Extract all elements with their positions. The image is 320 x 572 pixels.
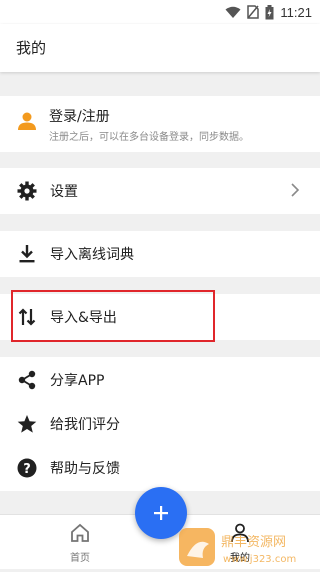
more-options-card: 分享APP 给我们评分 ? 帮助与反馈 [0,357,320,491]
chevron-right-icon [291,183,300,197]
help-row[interactable]: ? 帮助与反馈 [0,445,320,491]
help-icon: ? [16,457,38,479]
share-label: 分享APP [50,373,105,389]
login-subtitle: 注册之后，可以在多台设备登录，同步数据。 [49,132,249,143]
battery-charging-icon [265,4,274,19]
tab-home[interactable]: 首页 [45,515,115,569]
status-time: 11:21 [280,4,312,20]
share-row[interactable]: 分享APP [0,357,320,403]
watermark-logo: 鼎丰资源网 www.j323.com [179,528,296,566]
star-icon [16,413,38,435]
share-icon [16,369,38,391]
home-icon [71,523,89,542]
import-dictionary-row[interactable]: 导入离线词典 [0,231,320,277]
settings-label: 设置 [50,184,78,200]
tab-home-label: 首页 [70,553,90,564]
login-title: 登录/注册 [49,109,110,125]
page-title: 我的 [16,39,47,57]
wifi-icon [225,6,241,18]
settings-row[interactable]: 设置 [0,168,320,214]
svg-text:www.j323.com: www.j323.com [223,554,296,565]
gear-icon [16,180,38,202]
watermark: 鼎丰资源网 www.j323.com [177,526,320,568]
svg-text:?: ? [23,462,31,477]
login-card[interactable]: 登录/注册 注册之后，可以在多台设备登录，同步数据。 [0,96,320,152]
app-bar: 我的 [0,24,320,72]
status-bar: 11:21 [0,0,320,24]
plus-icon [154,506,168,520]
highlight-frame [11,290,215,342]
rate-row[interactable]: 给我们评分 [0,401,320,447]
no-sim-icon [247,5,260,19]
help-label: 帮助与反馈 [50,461,120,477]
person-icon [16,110,38,132]
download-icon [16,243,38,265]
rate-label: 给我们评分 [50,417,120,433]
status-icons: 11:21 [225,4,312,20]
import-dictionary-label: 导入离线词典 [50,247,134,263]
svg-text:鼎丰资源网: 鼎丰资源网 [221,535,286,550]
